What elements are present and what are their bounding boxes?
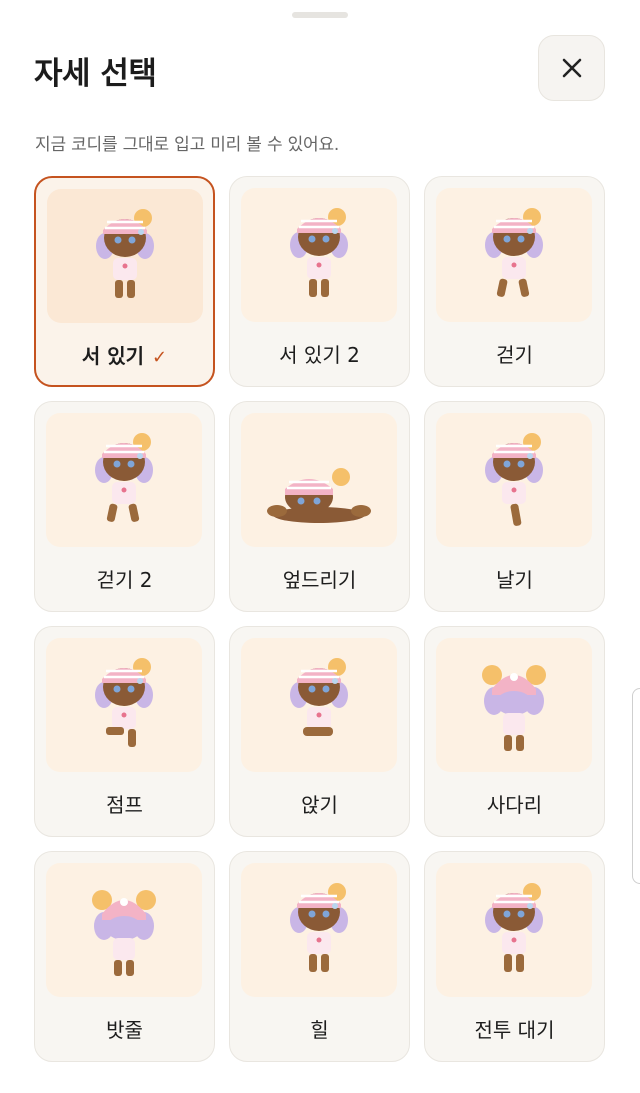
pose-label-text: 서 있기 <box>81 344 145 368</box>
drag-handle[interactable] <box>292 12 348 18</box>
pose-card-walk[interactable]: 걷기 <box>424 176 605 387</box>
pose-thumbnail <box>46 638 202 772</box>
character-rope-image <box>84 880 164 980</box>
sheet-subtitle: 지금 코디를 그대로 입고 미리 볼 수 있어요. <box>35 135 340 155</box>
character-ladder-image <box>474 655 554 755</box>
pose-label: 걷기 2 <box>96 568 153 592</box>
character-stand2-image <box>279 205 359 305</box>
pose-thumbnail <box>241 188 397 322</box>
character-stand-image <box>85 206 165 306</box>
pose-label: 날기 <box>496 568 533 592</box>
character-sit-image <box>279 655 359 755</box>
pose-card-rope[interactable]: 밧줄 <box>34 851 215 1062</box>
pose-thumbnail <box>46 413 202 547</box>
character-walk-image <box>474 205 554 305</box>
checkmark-icon: ✓ <box>152 347 168 368</box>
character-fly-image <box>474 430 554 530</box>
pose-card-fly[interactable]: 날기 <box>424 401 605 612</box>
pose-card-alert[interactable]: 전투 대기 <box>424 851 605 1062</box>
character-prone-image <box>249 425 389 535</box>
pose-label: 서 있기 ✓ <box>36 340 213 369</box>
pose-card-sit[interactable]: 앉기 <box>229 626 410 837</box>
pose-label: 점프 <box>106 793 143 817</box>
pose-card-ladder[interactable]: 사다리 <box>424 626 605 837</box>
pose-label: 밧줄 <box>106 1018 143 1042</box>
pose-label: 힐 <box>310 1018 329 1042</box>
pose-thumbnail <box>436 188 592 322</box>
pose-label: 전투 대기 <box>474 1018 555 1042</box>
pose-label: 엎드리기 <box>282 568 357 592</box>
close-icon <box>562 58 581 78</box>
pose-card-prone[interactable]: 엎드리기 <box>229 401 410 612</box>
pose-grid: 서 있기 ✓ 서 있기 2 걷기 걷기 2 엎드리기 날기 점프 앉기 사다리 … <box>34 176 606 1062</box>
pose-thumbnail <box>436 638 592 772</box>
pose-label: 걷기 <box>496 343 533 367</box>
pose-card-stand2[interactable]: 서 있기 2 <box>229 176 410 387</box>
character-jump-image <box>84 655 164 755</box>
character-heal-image <box>279 880 359 980</box>
pose-thumbnail <box>436 413 592 547</box>
pose-thumbnail <box>241 863 397 997</box>
pose-label: 서 있기 2 <box>279 343 360 367</box>
pose-card-jump[interactable]: 점프 <box>34 626 215 837</box>
character-walk2-image <box>84 430 164 530</box>
pose-thumbnail <box>241 638 397 772</box>
pose-thumbnail <box>46 863 202 997</box>
pose-label: 앉기 <box>301 793 338 817</box>
pose-thumbnail <box>47 189 203 323</box>
pose-card-walk2[interactable]: 걷기 2 <box>34 401 215 612</box>
pose-label: 사다리 <box>486 793 543 817</box>
pose-thumbnail <box>241 413 397 547</box>
sheet-title: 자세 선택 <box>34 56 157 92</box>
pose-card-stand[interactable]: 서 있기 ✓ <box>34 176 215 387</box>
pose-thumbnail <box>436 863 592 997</box>
character-alert-image <box>474 880 554 980</box>
scrollbar[interactable] <box>632 688 640 884</box>
close-button[interactable] <box>538 35 605 101</box>
pose-select-sheet: 자세 선택 지금 코디를 그대로 입고 미리 볼 수 있어요. 서 있기 ✓ 서… <box>0 0 640 1093</box>
pose-card-heal[interactable]: 힐 <box>229 851 410 1062</box>
